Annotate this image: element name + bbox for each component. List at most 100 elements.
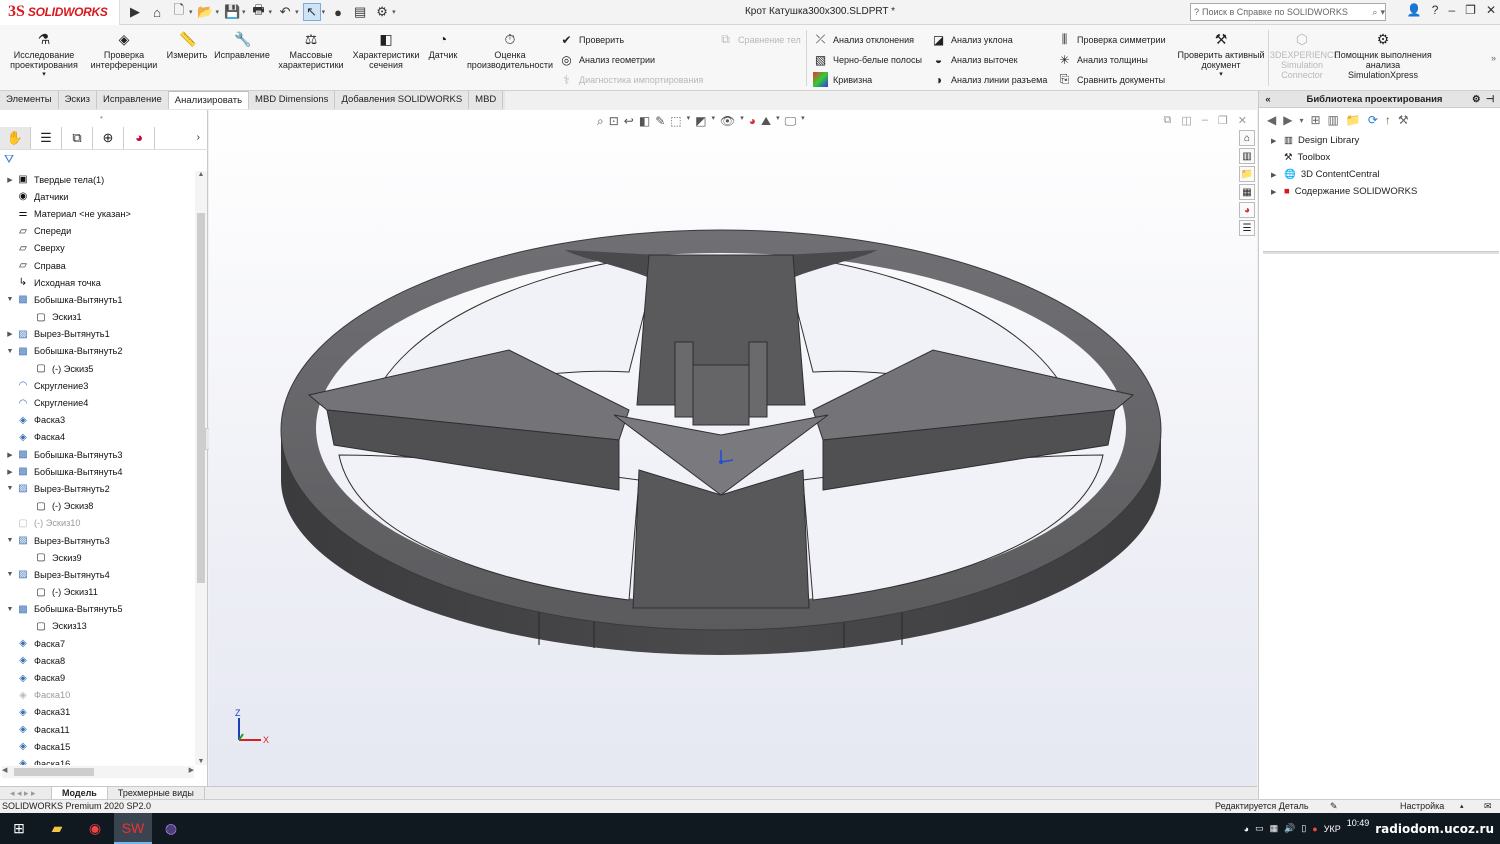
viber-icon[interactable]: ◍ [152,813,190,844]
tab-analyze[interactable]: Анализировать [168,91,250,109]
new-document-icon[interactable]: 🗋 [170,2,188,21]
undo-dropdown-icon[interactable]: ▾ [295,8,299,16]
expand-arrow-icon[interactable]: ▶ [4,330,16,338]
tree-item[interactable]: ◈ Фаска4 [0,429,196,446]
compare-documents-button[interactable]: ⎘ Сравнить документы [1057,72,1165,87]
measure-button[interactable]: 📏 Измерить [162,31,212,60]
restore-icon[interactable]: ❐ [1465,3,1476,17]
tree-item[interactable]: ▱ Сверху [0,240,196,257]
usb-icon[interactable]: ▯ [1301,823,1306,834]
home-icon[interactable]: ⌂ [148,3,166,21]
view-triad[interactable]: Z X [233,708,273,748]
expand-icon[interactable]: ▶ [1271,188,1279,196]
options-gear-icon[interactable]: ⚙ [373,3,391,21]
draft-analysis-button[interactable]: ◪ Анализ уклона [931,32,1013,47]
new-dropdown-icon[interactable]: ▾ [189,8,193,16]
tree-item[interactable]: ▶ ▨ Вырез-Вытянуть1 [0,326,196,343]
tree-item[interactable]: ◈ Фаска10 [0,687,196,704]
ribbon-more-icon[interactable]: » [1491,53,1496,63]
tree-item[interactable]: ▼ ▩ Бобышка-Вытянуть5 [0,601,196,618]
tab-model[interactable]: Модель [52,787,108,799]
up-icon[interactable]: ↑ [1385,113,1391,127]
thickness-analysis-button[interactable]: ✳ Анализ толщины [1057,52,1147,67]
chevron-down-icon[interactable]: ▾ [1176,70,1266,80]
tree-item[interactable]: ▼ ▩ Бобышка-Вытянуть2 [0,343,196,360]
scroll-right-icon[interactable]: ▶ [189,766,194,774]
3d-model-view[interactable] [209,110,1257,786]
sensor-button[interactable]: ◔ Датчик [424,31,462,60]
design-library-icon[interactable]: ▥ [1239,148,1255,164]
repair-button[interactable]: 🔧 Исправление [212,31,272,60]
chevron-down-icon[interactable]: ▾ [6,70,82,80]
mass-properties-button[interactable]: ⚖ Массовые характеристики [274,31,348,70]
add-to-library-icon[interactable]: ⊞ [1310,113,1320,127]
create-folder-icon[interactable]: 📁 [1346,113,1361,127]
clock[interactable]: 10:49 [1347,818,1370,828]
tree-item[interactable]: ▱ Спереди [0,223,196,240]
network-icon[interactable]: ▭ [1255,823,1264,834]
tree-item[interactable]: ◉ Датчики [0,188,196,205]
appearances-icon[interactable]: ◕ [1239,202,1255,218]
scroll-left-icon[interactable]: ◀ [2,766,7,774]
tree-item[interactable]: ▼ ▨ Вырез-Вытянуть3 [0,532,196,549]
tree-item[interactable]: ◈ Фаска3 [0,412,196,429]
open-dropdown-icon[interactable]: ▾ [216,8,220,16]
tab-sketch[interactable]: Эскиз [59,91,97,109]
tree-item[interactable]: ◠ Скругление4 [0,394,196,411]
traffic-light-icon[interactable]: ● [329,3,347,21]
file-explorer-icon[interactable]: 📁 [1239,166,1255,182]
windows-start-icon[interactable]: ⊞ [0,813,38,844]
solidworks-resources-icon[interactable]: ⌂ [1239,130,1255,146]
check-button[interactable]: ✔ Проверить [559,32,624,47]
graphics-area[interactable]: ⌕ ⊡ ↩ ◧ ✎ ⬚ ▾ ◩ ▾ 👁 ▾ ◕ ⛰ ▾ 🖵 ▾ ⧉ ◫ – ❐ ✕ [209,110,1257,786]
forward-icon[interactable]: ▶ [1283,113,1292,127]
expand-arrow-icon[interactable]: ▼ [4,571,16,578]
tree-item[interactable]: ▼ ▩ Бобышка-Вытянуть1 [0,291,196,308]
pane-divider[interactable] [1263,251,1499,254]
import-diagnostics-button[interactable]: ⚕ Диагностика импортирования [559,72,703,87]
tree-item[interactable]: ◈ Фаска31 [0,704,196,721]
help-bubble-icon[interactable]: ✉ [1484,800,1492,813]
tree-item[interactable]: ▢ Эскиз1 [0,309,196,326]
scroll-down-icon[interactable]: ▼ [195,758,207,765]
refresh-icon[interactable]: ⟳ [1368,113,1378,127]
geometry-analysis-button[interactable]: ◎ Анализ геометрии [559,52,655,67]
help-question-icon[interactable]: ? [1432,3,1439,17]
panel-grip-icon[interactable]: • [100,113,103,122]
expand-arrow-icon[interactable]: ▼ [4,537,16,544]
tree-vertical-scrollbar[interactable]: ▲ ▼ [195,171,207,765]
add-file-location-icon[interactable]: ▥ [1328,113,1339,127]
open-icon[interactable]: 📂 [197,3,215,21]
search-icon[interactable]: ⌕ [1372,7,1377,18]
expand-arrow-icon[interactable]: ▼ [4,606,16,613]
scroll-up-icon[interactable]: ▲ [195,171,207,178]
custom-properties-icon[interactable]: ☰ [1239,220,1255,236]
tree-item[interactable]: ◠ Скругление3 [0,377,196,394]
print-dropdown-icon[interactable]: ▾ [269,8,273,16]
tree-item[interactable]: ▢ (-) Эскиз5 [0,360,196,377]
performance-button[interactable]: ⏱ Оценка производительности [464,31,556,70]
dimxpert-tab-icon[interactable]: ⊕ [93,126,124,149]
chrome-icon[interactable]: ◉ [76,813,114,844]
expand-icon[interactable]: ▶ [1271,137,1279,145]
solidworks-taskbar-icon[interactable]: SW [114,813,152,844]
options-gear-icon[interactable]: ⚙ [1472,94,1486,105]
expand-arrow-icon[interactable]: ▶ [4,176,16,184]
tree-item[interactable]: ▶ ▩ Бобышка-Вытянуть3 [0,446,196,463]
expand-arrow-icon[interactable]: ▼ [4,485,16,492]
minimize-icon[interactable]: – [1448,3,1455,17]
section-properties-button[interactable]: ◧ Характеристики сечения [350,31,422,70]
tab-features[interactable]: Элементы [0,91,59,109]
filter-icon[interactable]: ⛛ [4,152,204,170]
3dexperience-connector-button[interactable]: ⬡ 3DEXPERIENCE Simulation Connector [1270,31,1340,80]
toolbox-icon[interactable]: ⚒ [1398,113,1409,127]
configuration-tab-icon[interactable]: ⧉ [62,126,93,149]
compare-bodies-button[interactable]: ⧉ Сравнение тел [718,32,801,47]
expand-arrow-icon[interactable]: ▶ [126,3,144,21]
tree-item[interactable]: ⚌ Материал <не указан> [0,205,196,222]
interference-button[interactable]: ◈ Проверка интерференции [86,31,162,70]
help-search-input[interactable]: ? Поиск в Справке по SOLIDWORKS ⌕ ▾ [1190,3,1386,21]
display-manager-tab-icon[interactable]: ◕ [124,126,155,149]
tree-item[interactable]: ▢ (-) Эскиз10 [0,515,196,532]
tree-item[interactable]: ▢ Эскиз13 [0,618,196,635]
